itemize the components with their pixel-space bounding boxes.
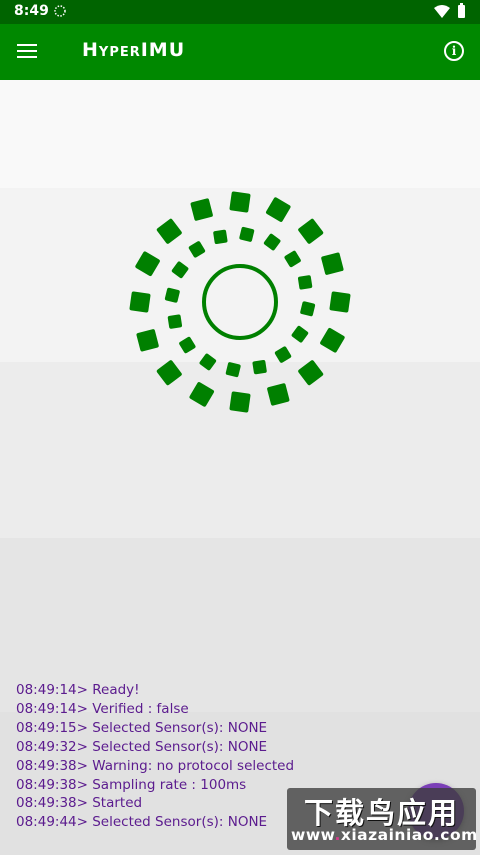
status-time: 8:49: [14, 3, 49, 19]
log-line: 08:49:44> Selected Sensor(s): NONE: [16, 814, 268, 831]
spinner-outer-dot: [129, 291, 151, 313]
app-title: HyperIMU: [82, 39, 186, 61]
battery-icon: [458, 3, 465, 18]
spinner-outer-dot: [265, 197, 291, 222]
spinner-outer-dot: [229, 391, 251, 413]
spinner-inner-dot: [263, 233, 281, 251]
info-icon[interactable]: i: [444, 41, 464, 61]
spinner-inner-dot: [213, 229, 228, 245]
app-bar: HyperIMU i: [0, 24, 480, 80]
spinner-inner-dot: [199, 353, 217, 371]
spinner-outer-dot: [229, 191, 251, 213]
spinner-inner-dot: [284, 250, 301, 268]
watermark-url: www.xiazainiao.com: [291, 826, 477, 844]
spinner-inner-dot: [179, 336, 196, 354]
watermark-url-prefix: www: [291, 826, 335, 844]
event-log: 08:49:14> Ready! 08:49:14> Verified : fa…: [16, 681, 294, 832]
log-line: 08:49:14> Verified : false: [16, 700, 189, 717]
menu-icon[interactable]: [14, 40, 40, 64]
sync-icon: [54, 5, 66, 17]
spinner-inner-dot: [188, 241, 206, 258]
spinner-inner-dot: [171, 261, 189, 279]
watermark-url-rest: xiazainiao.com: [340, 826, 478, 844]
spinner-outer-dot: [136, 329, 159, 352]
log-line: 08:49:38> Started: [16, 795, 143, 812]
spinner-inner-dot: [164, 287, 180, 303]
spinner-outer-dot: [190, 198, 213, 221]
spinner-inner-dot: [167, 314, 183, 329]
spinner-inner-dot: [291, 325, 309, 343]
wifi-icon: [434, 5, 450, 18]
status-bar: 8:49: [0, 0, 480, 24]
spinner-inner-dot: [274, 346, 292, 363]
spinner-outer-dot: [298, 360, 324, 386]
spinner-inner-dot: [300, 301, 316, 317]
log-line: 08:49:14> Ready!: [16, 682, 140, 698]
spinner-inner-dot: [252, 359, 267, 375]
spinner-inner-dot: [239, 226, 255, 242]
log-line: 08:49:15> Selected Sensor(s): NONE: [16, 719, 268, 736]
spinner-outer-dot: [267, 383, 290, 406]
spinner-outer-dot: [298, 218, 324, 244]
spinner-outer-dot: [189, 382, 215, 407]
spinner-inner-dot: [225, 362, 241, 378]
spinner-outer-dot: [156, 360, 182, 386]
spinner-inner-dot: [297, 275, 313, 290]
spinner-outer-dot: [135, 251, 160, 277]
log-line: 08:49:38> Sampling rate : 100ms: [16, 776, 247, 793]
spinner-outer-dot: [156, 218, 182, 244]
spinner-center-ring: [202, 264, 278, 340]
watermark-logo: 下载鸟应用 www.xiazainiao.com: [287, 788, 477, 850]
log-line: 08:49:38> Warning: no protocol selected: [16, 757, 295, 774]
spinner-outer-dot: [329, 291, 351, 313]
sensor-radar-icon: [129, 191, 351, 413]
spinner-outer-dot: [321, 252, 344, 275]
log-line: 08:49:32> Selected Sensor(s): NONE: [16, 738, 268, 755]
background-band: [0, 80, 480, 188]
spinner-outer-dot: [320, 327, 345, 353]
